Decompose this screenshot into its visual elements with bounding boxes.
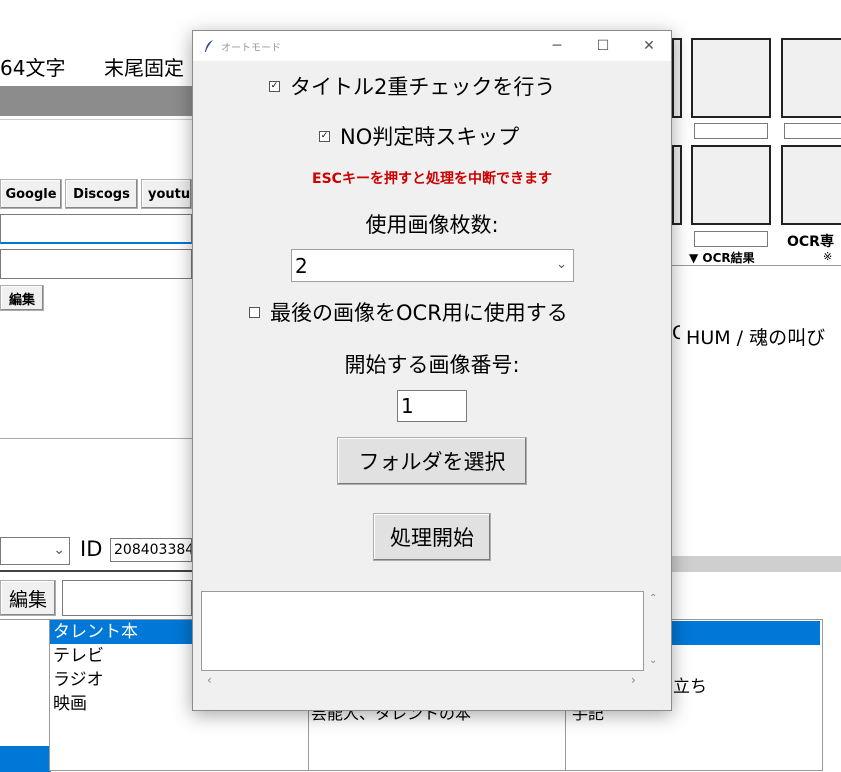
id-label: ID — [80, 537, 103, 561]
category-select[interactable]: ⌄ — [0, 537, 70, 565]
no-skip-label: NO判定時スキップ — [340, 125, 520, 149]
image-slot[interactable] — [691, 38, 771, 118]
dialog-title: オートモード — [221, 43, 281, 54]
list-scrollbar[interactable] — [822, 619, 841, 771]
last-image-ocr-checkbox[interactable] — [249, 306, 260, 318]
start-index-field[interactable]: 1 — [397, 390, 467, 422]
esc-note: ESCキーを押すと処理を中断できます — [312, 171, 552, 187]
search-field[interactable] — [0, 214, 192, 244]
image-slot[interactable] — [672, 38, 682, 118]
image-count-select[interactable]: 2 ⌄ — [291, 249, 574, 282]
youtube-button[interactable]: youtub — [141, 179, 192, 209]
track-info-text: O HUM / 魂の叫び — [672, 322, 825, 350]
title-double-check-option[interactable]: ✓ タイトル2重チェックを行う — [269, 71, 555, 101]
edit-button-large[interactable]: 編集 — [0, 580, 56, 616]
text-area-1[interactable] — [0, 314, 192, 432]
chevron-down-icon: ⌄ — [53, 542, 65, 558]
log-horizontal-scrollbar[interactable]: ‹ › — [201, 671, 644, 691]
image-slot[interactable] — [781, 145, 841, 225]
discogs-button[interactable]: Discogs — [65, 179, 138, 209]
image-slot[interactable] — [672, 145, 682, 225]
scroll-down-icon[interactable]: ⌄ — [649, 655, 657, 666]
header-suffix-fixed: 末尾固定 — [104, 56, 184, 80]
image-count-value: 2 — [295, 254, 308, 278]
title-field[interactable] — [0, 249, 192, 279]
title-double-check-checkbox[interactable]: ✓ — [269, 80, 280, 92]
start-processing-button[interactable]: 処理開始 — [373, 513, 491, 561]
ocr-note: ※ — [823, 250, 833, 263]
image-slot[interactable] — [781, 38, 841, 118]
minimize-button[interactable]: ─ — [537, 35, 577, 57]
select-folder-button[interactable]: フォルダを選択 — [337, 437, 527, 485]
scroll-left-icon[interactable]: ‹ — [207, 673, 212, 687]
scroll-up-icon[interactable]: ⌃ — [649, 593, 657, 604]
title-double-check-label: タイトル2重チェックを行う — [290, 75, 556, 99]
divider — [672, 265, 841, 266]
image-count-label: 使用画像枚数: — [365, 213, 499, 237]
google-button[interactable]: Google — [0, 179, 62, 209]
no-skip-checkbox[interactable]: ✓ — [319, 130, 330, 142]
partial-glyph: O — [672, 322, 680, 344]
grey-bar-left — [0, 86, 192, 116]
image-slot[interactable] — [691, 145, 771, 225]
ocr-special-label: OCR専 — [787, 234, 834, 250]
start-index-label: 開始する画像番号: — [344, 353, 520, 377]
category-list-1[interactable] — [0, 619, 51, 772]
image-slot-field[interactable] — [694, 123, 768, 139]
list-selection — [0, 746, 51, 772]
log-textbox[interactable] — [201, 591, 644, 671]
title-bar[interactable]: オートモード ─ ☐ ✕ — [193, 31, 671, 61]
maximize-button[interactable]: ☐ — [583, 35, 623, 57]
divider — [0, 119, 192, 120]
track-title: HUM / 魂の叫び — [686, 327, 826, 349]
last-image-ocr-label: 最後の画像をOCR用に使用する — [270, 301, 568, 325]
feather-icon — [205, 40, 213, 52]
progress-bar — [672, 556, 841, 572]
no-skip-option[interactable]: ✓ NO判定時スキップ — [319, 121, 519, 151]
scroll-right-icon[interactable]: › — [631, 673, 636, 687]
log-vertical-scrollbar[interactable]: ⌃ ⌄ — [644, 591, 663, 671]
edit-button-small[interactable]: 編集 — [0, 285, 44, 311]
chevron-down-icon: ⌄ — [556, 257, 567, 272]
last-image-ocr-option[interactable]: 最後の画像をOCR用に使用する — [249, 297, 568, 327]
auto-mode-dialog: オートモード ─ ☐ ✕ ✓ タイトル2重チェックを行う ✓ NO判定時スキップ… — [192, 30, 672, 711]
id-field[interactable]: 208403384 — [110, 538, 192, 562]
list-item[interactable]: 立ち — [673, 672, 707, 697]
category-path-field[interactable] — [62, 580, 192, 616]
close-button[interactable]: ✕ — [629, 35, 669, 57]
image-slot-field[interactable] — [784, 123, 841, 139]
text-area-2[interactable] — [0, 438, 192, 529]
ocr-result-label: ▼ OCR結果 — [689, 251, 755, 265]
divider-dark — [0, 570, 192, 572]
image-slot-field[interactable] — [694, 231, 768, 247]
header-char-count: 64文字 — [0, 56, 66, 80]
